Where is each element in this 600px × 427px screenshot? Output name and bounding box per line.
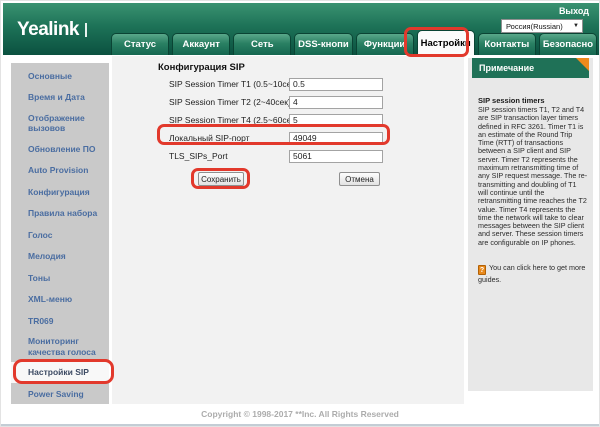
- note-tip-text: You can click here to get more guides.: [478, 263, 586, 284]
- tab-bar: Статус Аккаунт Сеть DSS-кнопи Функции На…: [111, 30, 597, 55]
- tab-status[interactable]: Статус: [111, 33, 170, 55]
- form-row-sip-timer-t2: SIP Session Timer T2 (2~40сек): [169, 95, 383, 109]
- field-label-sip-timer-t4: SIP Session Timer T4 (2.5~60сек): [169, 115, 298, 125]
- save-button[interactable]: Сохранить: [198, 172, 244, 186]
- sidebar-item-dial-plan[interactable]: Правила набора: [11, 203, 109, 225]
- folded-corner-icon: [576, 58, 589, 71]
- sidebar-item-voice[interactable]: Голос: [11, 224, 109, 246]
- form-row-sip-timer-t1: SIP Session Timer T1 (0.5~10сек): [169, 77, 383, 91]
- copyright-text: Copyright © 1998-2017 **Inc. All Rights …: [201, 409, 399, 419]
- cancel-button[interactable]: Отмена: [339, 172, 380, 186]
- tab-security[interactable]: Безопасно: [538, 33, 597, 55]
- logo-text: Yealink: [17, 19, 80, 40]
- tab-settings[interactable]: Настройки: [416, 30, 475, 55]
- logout-link[interactable]: Выход: [559, 6, 589, 16]
- sip-timer-t4-input[interactable]: [289, 113, 383, 127]
- yealink-web-config-page: Yealink Выход Россия(Russian) ▼ Статус А…: [0, 0, 600, 427]
- tab-network[interactable]: Сеть: [233, 33, 292, 55]
- field-label-tls-sips-port: TLS_SIPs_Port: [169, 151, 228, 161]
- sidebar-nav: Основные Время и Дата Отображение вызово…: [11, 63, 109, 404]
- page-title: Конфигурация SIP: [158, 62, 245, 73]
- sidebar-item-time-date[interactable]: Время и Дата: [11, 87, 109, 109]
- main-content: Конфигурация SIP SIP Session Timer T1 (0…: [112, 56, 464, 404]
- tab-dss-keys[interactable]: DSS-кнопи: [294, 33, 353, 55]
- note-heading: SIP session timers: [478, 96, 545, 105]
- sidebar-item-sip-settings[interactable]: Настройки SIP: [11, 361, 109, 383]
- sip-timer-t1-input[interactable]: [289, 77, 383, 91]
- sidebar-item-voice-monitoring[interactable]: Мониторинг качества голоса: [11, 332, 109, 362]
- note-tip[interactable]: ? You can click here to get more guides.: [478, 263, 588, 284]
- field-label-sip-timer-t1: SIP Session Timer T1 (0.5~10сек): [169, 79, 298, 89]
- tls-sips-port-input[interactable]: [289, 149, 383, 163]
- field-label-local-sip-port: Локальный SIP-порт: [169, 133, 250, 143]
- logo-bar: [85, 23, 87, 37]
- sidebar-item-basic[interactable]: Основные: [11, 65, 109, 87]
- sidebar-item-auto-provision[interactable]: Auto Provision: [11, 160, 109, 182]
- local-sip-port-input[interactable]: [289, 131, 383, 145]
- sidebar-item-tr069[interactable]: TR069: [11, 310, 109, 332]
- sidebar-item-power-saving[interactable]: Power Saving: [11, 383, 109, 405]
- help-book-icon: ?: [478, 265, 486, 275]
- tab-directory[interactable]: Контакты: [477, 33, 536, 55]
- note-panel-header: Примечание: [472, 58, 589, 78]
- tab-account[interactable]: Аккаунт: [172, 33, 231, 55]
- form-row-tls-sips-port: TLS_SIPs_Port: [169, 149, 383, 163]
- sidebar-item-ring[interactable]: Мелодия: [11, 246, 109, 268]
- note-panel: SIP session timers SIP session timers T1…: [468, 58, 593, 391]
- note-panel-title: Примечание: [479, 63, 535, 73]
- bottom-divider: [1, 424, 599, 426]
- note-text: SIP session timers T1, T2 and T4 are SIP…: [478, 105, 588, 247]
- sidebar-item-upgrade[interactable]: Обновление ПО: [11, 138, 109, 160]
- field-label-sip-timer-t2: SIP Session Timer T2 (2~40сек): [169, 97, 291, 107]
- tab-features[interactable]: Функции: [355, 33, 414, 55]
- sidebar-item-configuration[interactable]: Конфигурация: [11, 181, 109, 203]
- yealink-logo: Yealink: [17, 19, 87, 41]
- header: Yealink Выход Россия(Russian) ▼ Статус А…: [3, 3, 599, 55]
- form-row-local-sip-port: Локальный SIP-порт: [169, 131, 383, 145]
- sip-timer-t2-input[interactable]: [289, 95, 383, 109]
- form-row-sip-timer-t4: SIP Session Timer T4 (2.5~60сек): [169, 113, 383, 127]
- sidebar-item-tones[interactable]: Тоны: [11, 267, 109, 289]
- sidebar-item-call-display[interactable]: Отображение вызовов: [11, 108, 109, 138]
- sidebar-item-xml-browser[interactable]: XML-меню: [11, 289, 109, 311]
- dropdown-caret-icon: ▼: [573, 23, 579, 29]
